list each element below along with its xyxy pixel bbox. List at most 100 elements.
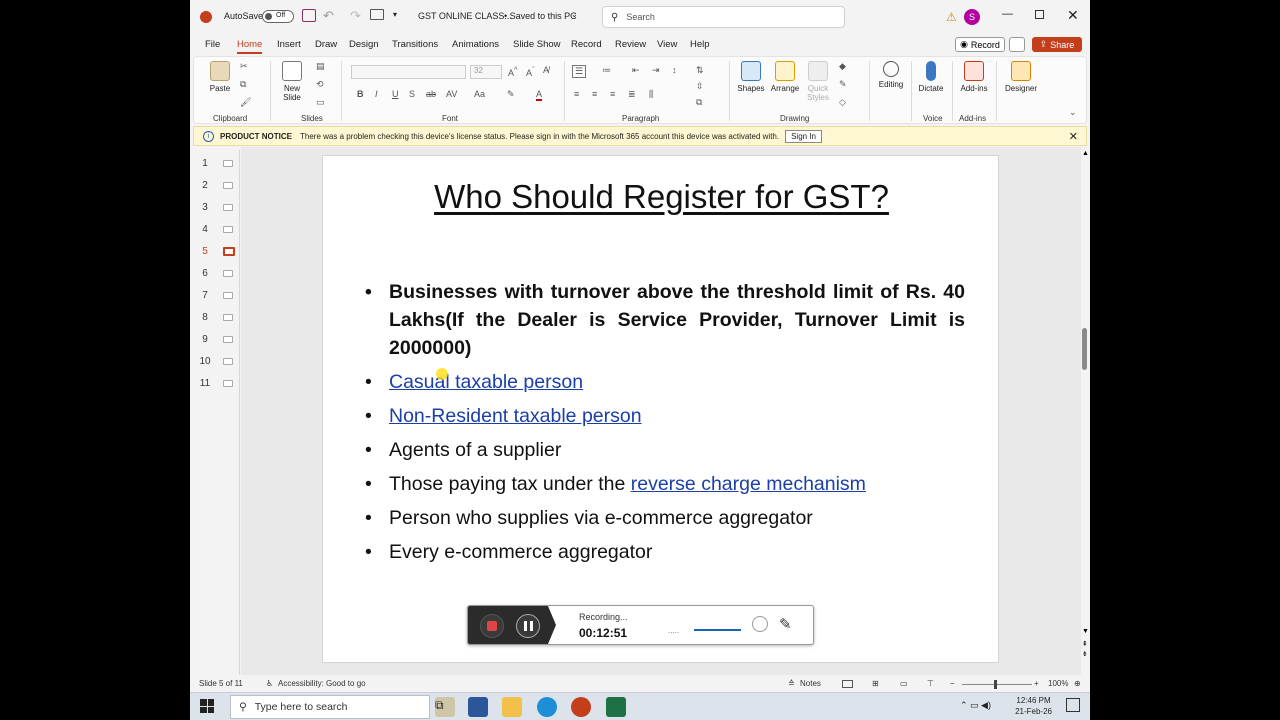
thumbnail-slide-4[interactable]: 4: [198, 222, 238, 236]
smartart-icon[interactable]: ⧉: [696, 97, 702, 108]
edge-icon[interactable]: [537, 697, 557, 717]
save-icon[interactable]: [302, 9, 316, 22]
autosave-toggle[interactable]: Off: [262, 10, 294, 23]
thumbnail-slide-7[interactable]: 7: [198, 288, 238, 302]
columns-icon[interactable]: ⫼: [649, 89, 653, 100]
bullets-icon[interactable]: ☰: [572, 65, 587, 78]
close-icon[interactable]: ✕: [1067, 7, 1079, 24]
shape-effects-icon[interactable]: ◇: [839, 97, 846, 108]
avatar[interactable]: S: [964, 9, 980, 25]
text-direction-icon[interactable]: ⇅: [696, 65, 704, 76]
highlight-icon[interactable]: ✎: [507, 89, 515, 100]
zoom-level[interactable]: 100%: [1048, 679, 1068, 688]
italic-icon[interactable]: I: [375, 89, 378, 99]
accessibility-status[interactable]: Accessibility: Good to go: [278, 679, 366, 688]
paste-button[interactable]: Paste: [206, 61, 234, 93]
bullet-item[interactable]: Casual taxable person: [365, 368, 965, 396]
change-case-icon[interactable]: Aa: [474, 89, 485, 99]
bullet-item[interactable]: Person who supplies via e-commerce aggre…: [365, 504, 965, 532]
increase-indent-icon[interactable]: ⇥: [652, 65, 660, 76]
chevron-down-icon[interactable]: ⌄: [571, 10, 578, 19]
addins-button[interactable]: Add-ins: [956, 61, 992, 93]
shadow-icon[interactable]: S: [409, 89, 415, 99]
thumbnail-slide-6[interactable]: 6: [198, 266, 238, 280]
thumbnail-slide-9[interactable]: 9: [198, 332, 238, 346]
reset-icon[interactable]: ⟲: [316, 79, 324, 90]
align-text-icon[interactable]: ⇳: [696, 81, 704, 92]
restore-icon[interactable]: [1035, 10, 1044, 19]
menu-draw[interactable]: Draw: [315, 39, 337, 50]
shapes-button[interactable]: Shapes: [735, 61, 767, 93]
slide-sorter-icon[interactable]: ⊞: [872, 679, 879, 688]
slide-show-icon[interactable]: ⊤: [927, 679, 934, 688]
font-size-dropdown[interactable]: 32: [470, 65, 502, 79]
menu-help[interactable]: Help: [690, 39, 710, 50]
menu-insert[interactable]: Insert: [277, 39, 301, 50]
thumbnail-slide-1[interactable]: 1: [198, 156, 238, 170]
taskbar-search-input[interactable]: ⚲ Type here to search: [230, 695, 430, 719]
slide-title[interactable]: Who Should Register for GST?: [323, 178, 998, 216]
record-button[interactable]: ◉ Record: [955, 37, 1005, 52]
section-icon[interactable]: ▭: [316, 97, 325, 108]
present-from-start-icon[interactable]: [370, 9, 384, 20]
dictate-button[interactable]: Dictate: [914, 61, 948, 93]
align-center-icon[interactable]: ≡: [592, 89, 597, 99]
warning-icon[interactable]: ⚠: [946, 10, 957, 24]
format-painter-icon[interactable]: 🖌: [240, 97, 251, 108]
zoom-slider-thumb[interactable]: [994, 680, 997, 689]
shape-fill-icon[interactable]: ◆: [839, 61, 846, 72]
increase-font-icon[interactable]: A^: [508, 65, 518, 78]
notifications-icon[interactable]: [1066, 698, 1080, 712]
close-notice-icon[interactable]: ✕: [1069, 130, 1078, 143]
clear-formatting-icon[interactable]: A̸: [543, 65, 549, 75]
new-slide-button[interactable]: New Slide: [276, 61, 308, 102]
undo-icon[interactable]: ↶: [323, 8, 334, 24]
thumbnail-slide-3[interactable]: 3: [198, 200, 238, 214]
menu-record[interactable]: Record: [571, 39, 602, 50]
cut-icon[interactable]: ✂: [240, 61, 248, 72]
thumbnail-slide-8[interactable]: 8: [198, 310, 238, 324]
numbering-icon[interactable]: ≔: [602, 65, 611, 76]
stop-recording-button[interactable]: [480, 614, 504, 638]
scroll-up-icon[interactable]: ▲: [1082, 150, 1089, 157]
thumbnail-slide-10[interactable]: 10: [198, 354, 238, 368]
thumbnail-slide-2[interactable]: 2: [198, 178, 238, 192]
normal-view-icon[interactable]: [842, 680, 853, 688]
bold-icon[interactable]: B: [357, 89, 364, 99]
decrease-font-icon[interactable]: Aˇ: [526, 65, 535, 78]
character-spacing-icon[interactable]: AV: [446, 89, 457, 99]
quick-styles-button[interactable]: Quick Styles: [801, 61, 835, 102]
scroll-down-icon[interactable]: ▼: [1082, 628, 1089, 635]
zoom-in-icon[interactable]: +: [1034, 679, 1039, 688]
align-left-icon[interactable]: ≡: [574, 89, 579, 99]
system-tray-icons[interactable]: ⌃ ▭ ◀): [960, 700, 991, 711]
comments-button[interactable]: [1009, 37, 1025, 52]
notes-icon[interactable]: ≙: [788, 679, 795, 688]
reverse-charge-mechanism-link[interactable]: reverse charge mechanism: [631, 473, 866, 495]
excel-icon[interactable]: [606, 697, 626, 717]
bullet-item[interactable]: Businesses with turnover above the thres…: [365, 278, 965, 362]
menu-view[interactable]: View: [657, 39, 677, 50]
minimize-icon[interactable]: —: [1002, 8, 1013, 20]
slide[interactable]: Who Should Register for GST? Businesses …: [322, 155, 999, 663]
non-resident-taxable-person-link[interactable]: Non-Resident taxable person: [389, 405, 642, 427]
designer-button[interactable]: Designer: [1002, 61, 1040, 93]
scrollbar-thumb[interactable]: [1082, 328, 1087, 370]
customize-toolbar-icon[interactable]: ▾: [393, 10, 397, 19]
powerpoint-taskbar-icon[interactable]: [571, 697, 591, 717]
menu-slide-show[interactable]: Slide Show: [513, 39, 561, 50]
menu-home[interactable]: Home: [237, 39, 263, 54]
fit-to-window-icon[interactable]: ⊕: [1074, 679, 1081, 688]
justify-icon[interactable]: ≣: [628, 89, 636, 100]
decrease-indent-icon[interactable]: ⇤: [632, 65, 640, 76]
previous-slide-icon[interactable]: ⇞: [1082, 640, 1088, 648]
thumbnail-slide-5[interactable]: 5: [198, 244, 238, 258]
copy-icon[interactable]: ⧉: [240, 79, 246, 90]
pen-icon[interactable]: ✎: [779, 615, 792, 633]
zoom-out-icon[interactable]: −: [950, 679, 955, 688]
menu-transitions[interactable]: Transitions: [392, 39, 438, 50]
accessibility-icon[interactable]: ♿: [266, 679, 273, 688]
webcam-icon[interactable]: [752, 616, 768, 632]
align-right-icon[interactable]: ≡: [610, 89, 615, 99]
taskbar-clock[interactable]: 12:46 PM 21-Feb-26: [1015, 695, 1052, 717]
